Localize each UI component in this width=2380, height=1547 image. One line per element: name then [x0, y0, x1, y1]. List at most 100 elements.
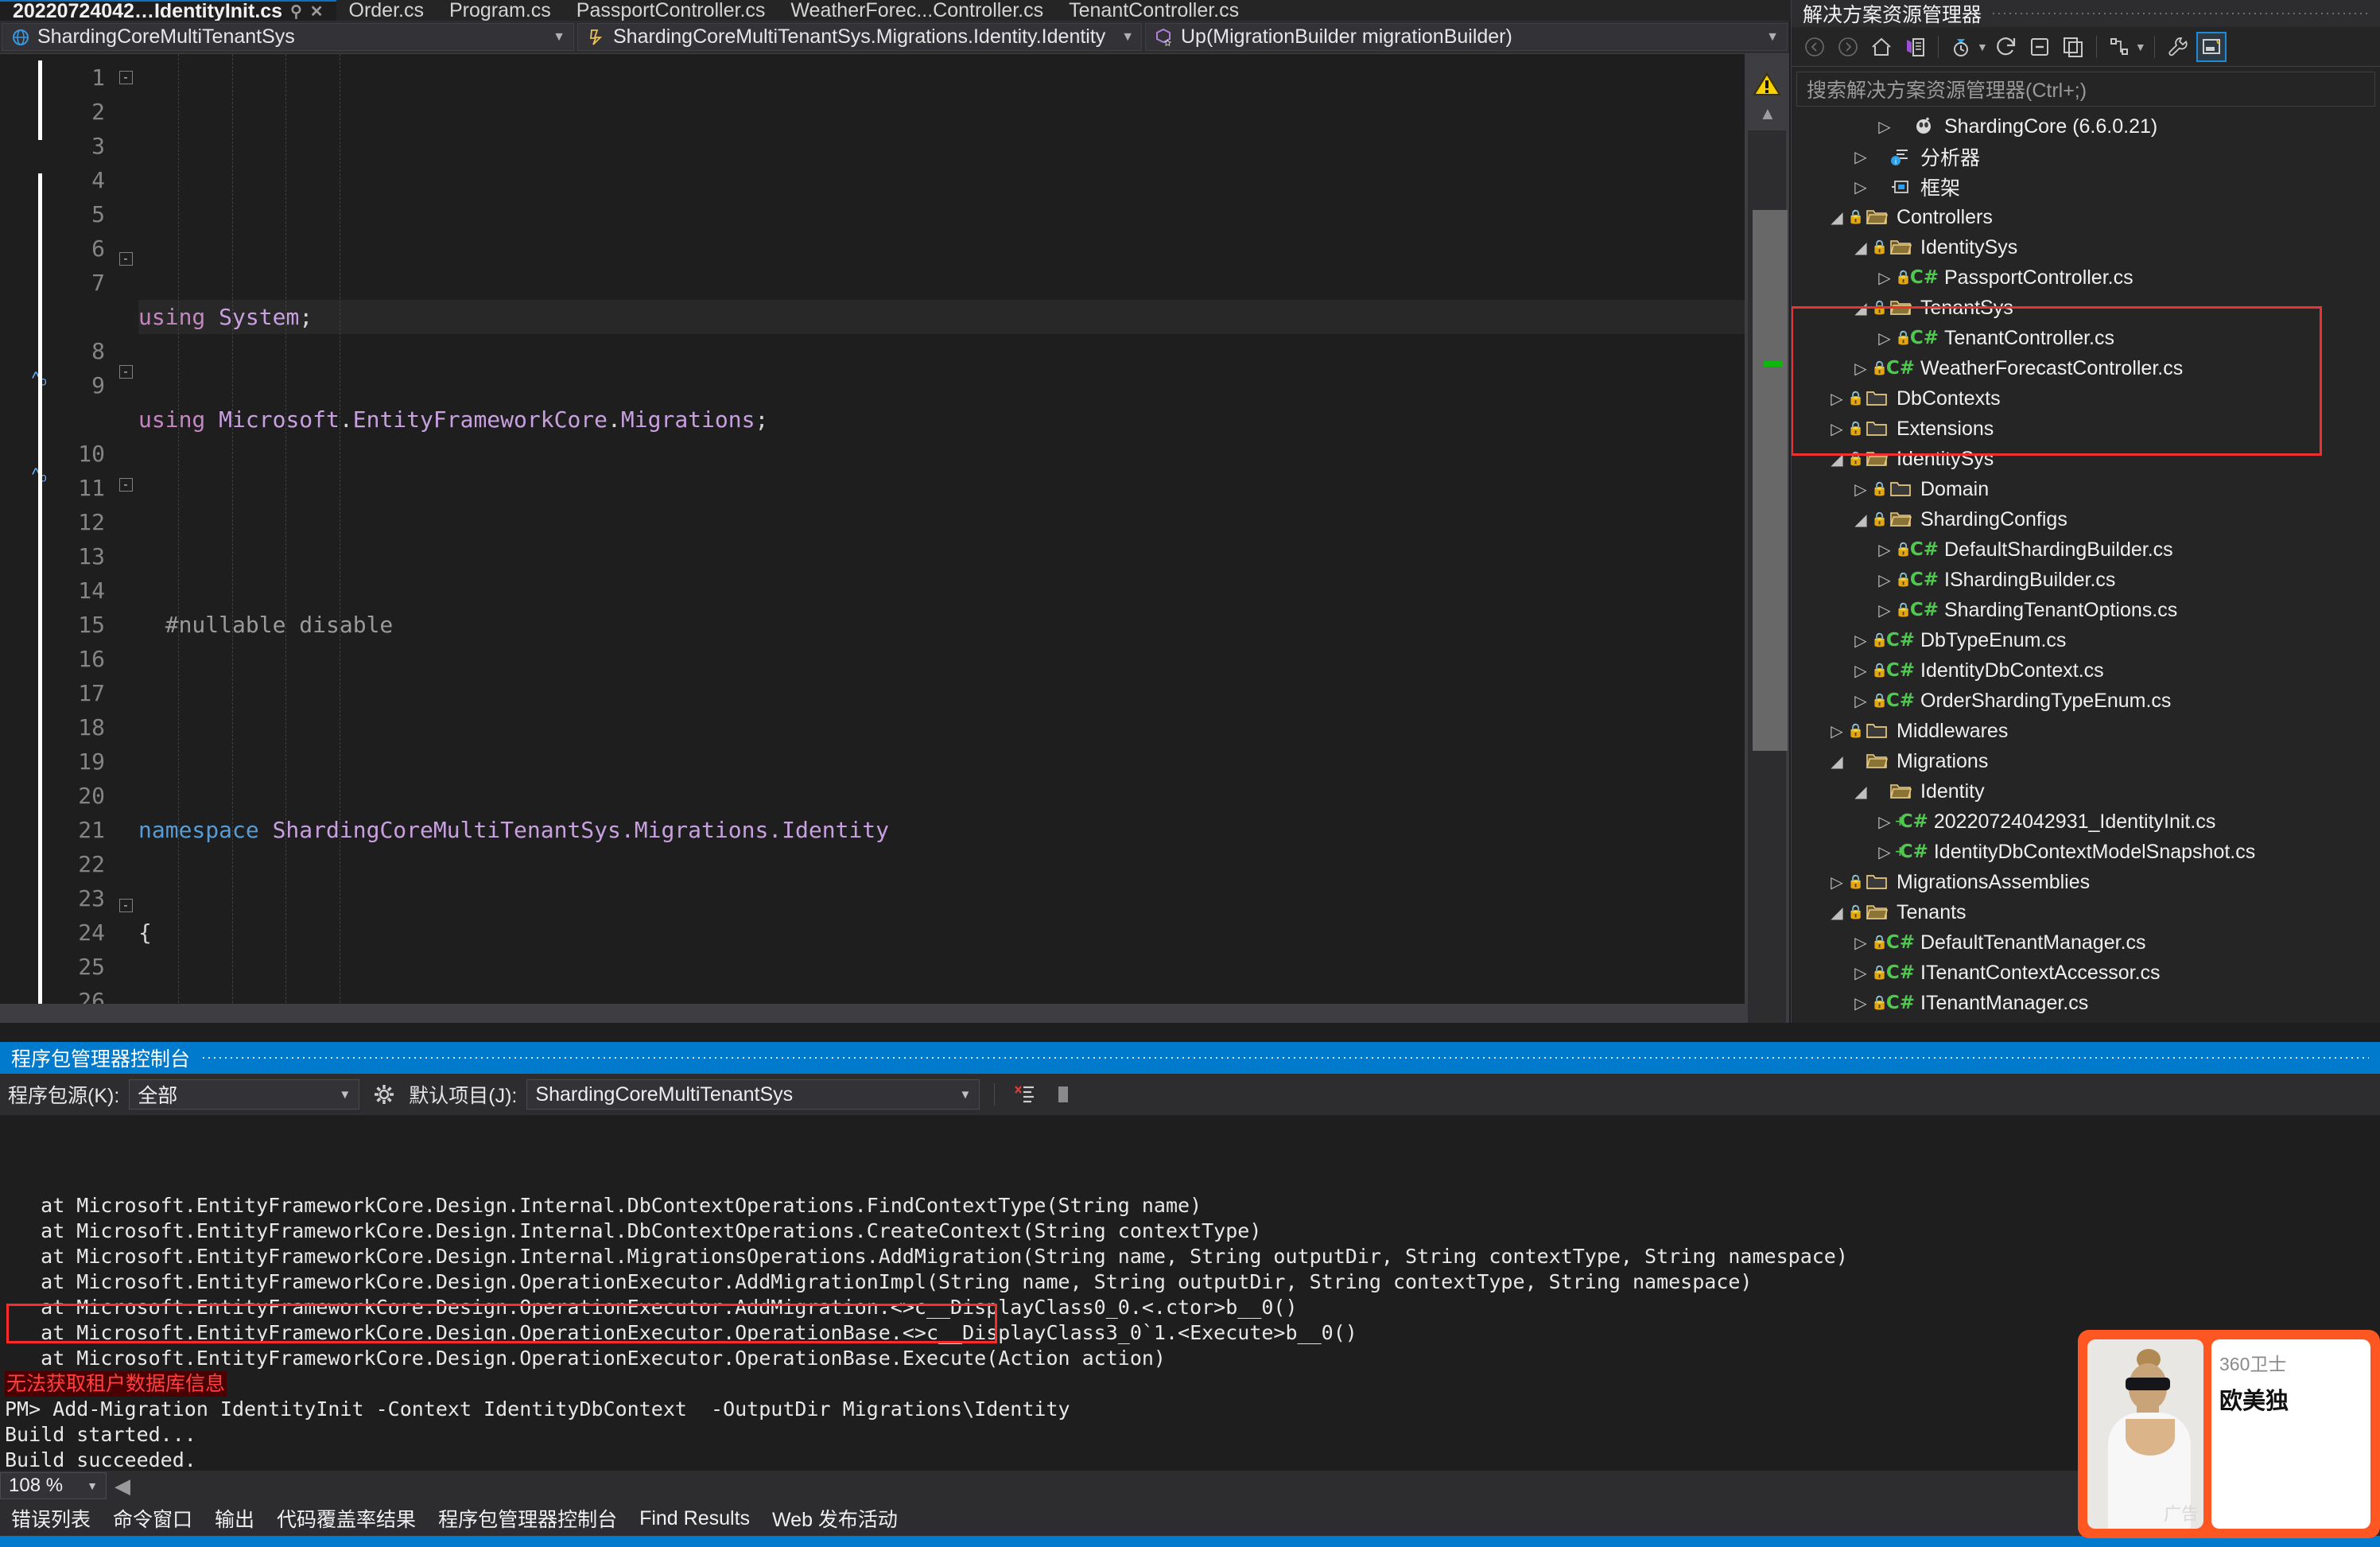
collapsed-arrow-icon[interactable]: ▷ — [1874, 540, 1895, 560]
fold-cell[interactable] — [113, 105, 138, 139]
zoom-level-dropdown[interactable]: 108 % ▼ — [0, 1472, 107, 1499]
collapsed-arrow-icon[interactable]: ▷ — [1874, 328, 1895, 348]
collapsed-arrow-icon[interactable]: ▷ — [1850, 147, 1871, 167]
tree-item[interactable]: ▷ 🔒 C# IdentityDbContext.cs — [1792, 655, 2380, 686]
fold-cell[interactable] — [113, 512, 138, 546]
tree-item[interactable]: ▷ 🔒 Extensions — [1792, 414, 2380, 444]
collapsed-arrow-icon[interactable]: ▷ — [1827, 419, 1847, 439]
collapsed-arrow-icon[interactable]: ▷ — [1850, 691, 1871, 711]
close-icon[interactable]: ✕ — [310, 2, 324, 21]
tree-item[interactable]: ◢ 🔒 ShardingConfigs — [1792, 504, 2380, 534]
collapsed-arrow-icon[interactable]: ▷ — [1850, 480, 1871, 499]
history-icon[interactable] — [1947, 32, 1977, 62]
collapsed-arrow-icon[interactable]: ▷ — [1874, 812, 1895, 832]
scrollbar-thumb[interactable] — [1753, 210, 1788, 751]
fold-toggle-icon[interactable]: - — [118, 71, 133, 84]
tree-item[interactable]: ▷ 🔒 C# TenantController.cs — [1792, 323, 2380, 353]
view-hierarchy-icon[interactable] — [2105, 32, 2135, 62]
collapsed-arrow-icon[interactable]: ▷ — [1850, 993, 1871, 1013]
fold-toggle-icon[interactable]: - — [118, 365, 133, 379]
drag-handle[interactable] — [1993, 13, 2369, 14]
expanded-arrow-icon[interactable]: ◢ — [1850, 298, 1871, 318]
fold-cell[interactable]: - — [113, 365, 138, 399]
collapsed-arrow-icon[interactable]: ▷ — [1827, 389, 1847, 409]
fold-cell[interactable] — [113, 649, 138, 683]
horizontal-scrollbar[interactable] — [0, 1004, 1745, 1023]
fold-cell[interactable]: - — [113, 252, 138, 286]
member-dropdown[interactable]: Up(MigrationBuilder migrationBuilder) ▼ — [1145, 23, 1788, 51]
scroll-left-icon[interactable]: ◀ — [107, 1474, 130, 1498]
tree-item[interactable]: ▷ 🔒 C# DefaultShardingBuilder.cs — [1792, 534, 2380, 565]
tree-item[interactable]: ▷ 🔒 Domain — [1792, 474, 2380, 504]
document-tab-weatherforecastcontroller[interactable]: WeatherForec...Controller.cs — [778, 0, 1056, 21]
collapsed-arrow-icon[interactable]: ▷ — [1874, 570, 1895, 590]
tree-item[interactable]: ▷ + C# IdentityDbContextModelSnapshot.cs — [1792, 837, 2380, 867]
expanded-arrow-icon[interactable]: ◢ — [1850, 238, 1871, 258]
fold-column[interactable]: - - - - - — [113, 54, 138, 1023]
tree-item[interactable]: ◢ 🔒 IdentitySys — [1792, 444, 2380, 474]
tree-item[interactable]: ▷ 🔒 C# DbTypeEnum.cs — [1792, 625, 2380, 655]
tree-item[interactable]: ▷ 🔒 C# ITenantContextAccessor.cs — [1792, 958, 2380, 988]
properties-icon[interactable] — [2163, 32, 2193, 62]
project-dropdown[interactable]: ShardingCoreMultiTenantSys ▼ — [2, 23, 574, 51]
fold-cell[interactable] — [113, 546, 138, 581]
tab-web-publish-activity[interactable]: Web 发布活动 — [761, 1504, 909, 1533]
expanded-arrow-icon[interactable]: ◢ — [1850, 782, 1871, 802]
collapsed-arrow-icon[interactable]: ▷ — [1874, 601, 1895, 620]
pending-changes-icon[interactable] — [1900, 32, 1930, 62]
collapsed-arrow-icon[interactable]: ▷ — [1850, 631, 1871, 651]
preview-selected-items-icon[interactable] — [2196, 31, 2227, 62]
code-surface[interactable]: ^ₒ ^ₒ 1234567891011121314151617181920212… — [0, 54, 1789, 1023]
tree-item[interactable]: ▷ 🔒 C# WeatherForecastController.cs — [1792, 353, 2380, 383]
console-output[interactable]: at Microsoft.EntityFrameworkCore.Design.… — [0, 1115, 2380, 1498]
tab-code-coverage-results[interactable]: 代码覆盖率结果 — [266, 1504, 427, 1533]
fold-cell[interactable] — [113, 399, 138, 433]
tree-item[interactable]: ▷ 🔒 C# ShardingTenantOptions.cs — [1792, 595, 2380, 625]
pin-icon[interactable]: ⚲ — [290, 2, 302, 21]
document-tab-order[interactable]: Order.cs — [336, 0, 437, 21]
fold-cell[interactable]: - — [113, 478, 138, 512]
home-icon[interactable] — [1866, 32, 1897, 62]
fold-toggle-icon[interactable]: - — [118, 252, 133, 266]
tree-item[interactable]: ◢ 🔒 Tenants — [1792, 897, 2380, 927]
chevron-down-icon[interactable]: ▼ — [87, 1479, 98, 1492]
fold-cell[interactable] — [113, 786, 138, 820]
collapsed-arrow-icon[interactable]: ▷ — [1874, 842, 1895, 862]
fold-cell[interactable] — [113, 286, 138, 321]
tree-item[interactable]: ◢ 🔒 Controllers — [1792, 202, 2380, 232]
collapsed-arrow-icon[interactable]: ▷ — [1850, 661, 1871, 681]
tree-item[interactable]: ▷ 🔒 C# IShardingBuilder.cs — [1792, 565, 2380, 595]
fold-cell[interactable]: - — [113, 899, 138, 933]
fold-cell[interactable] — [113, 752, 138, 786]
collapse-all-icon[interactable] — [2025, 32, 2055, 62]
document-tab-program[interactable]: Program.cs — [437, 0, 564, 21]
expanded-arrow-icon[interactable]: ◢ — [1827, 449, 1847, 469]
editor-right-margin[interactable]: ▲ — [1745, 54, 1789, 1023]
tree-item[interactable]: ▷ 框架 — [1792, 172, 2380, 202]
chevron-down-icon[interactable]: ▼ — [328, 1088, 351, 1102]
tree-item[interactable]: ▷ + C# 20220724042931_IdentityInit.cs — [1792, 807, 2380, 837]
stop-icon[interactable] — [1049, 1079, 1079, 1110]
collapsed-arrow-icon[interactable]: ▷ — [1827, 721, 1847, 741]
scrollbar-track[interactable] — [1748, 130, 1788, 1023]
fold-cell[interactable] — [113, 615, 138, 649]
chevron-down-icon[interactable]: ▼ — [543, 30, 565, 45]
scroll-up-icon[interactable]: ▲ — [1759, 103, 1776, 124]
document-tab-identityinit[interactable]: 20220724042…IdentityInit.cs ⚲ ✕ — [0, 0, 336, 21]
expanded-arrow-icon[interactable]: ◢ — [1827, 752, 1847, 772]
solution-tree[interactable]: ▷ ShardingCore (6.6.0.21) ▷ i 分析器 ▷ 框架 ◢ 🔒 Contro… — [1792, 111, 2380, 1014]
fold-cell[interactable] — [113, 717, 138, 752]
collapsed-arrow-icon[interactable]: ▷ — [1874, 117, 1895, 137]
fold-toggle-icon[interactable]: - — [118, 899, 133, 912]
drag-handle[interactable] — [203, 1057, 2369, 1059]
tree-item[interactable]: ▷ 🔒 C# DefaultTenantManager.cs — [1792, 927, 2380, 958]
fold-cell[interactable] — [113, 933, 138, 967]
fold-cell[interactable] — [113, 433, 138, 468]
fold-cell[interactable] — [113, 820, 138, 854]
collapsed-arrow-icon[interactable]: ▷ — [1850, 963, 1871, 983]
chevron-down-icon[interactable]: ▼ — [949, 1088, 972, 1102]
advertisement-popup[interactable]: 广告 360卫士 欧美独 — [2078, 1330, 2380, 1538]
tab-command-window[interactable]: 命令窗口 — [102, 1504, 204, 1533]
collapsed-arrow-icon[interactable]: ▷ — [1850, 933, 1871, 953]
tree-item[interactable]: ◢ 🔒 IdentitySys — [1792, 232, 2380, 262]
